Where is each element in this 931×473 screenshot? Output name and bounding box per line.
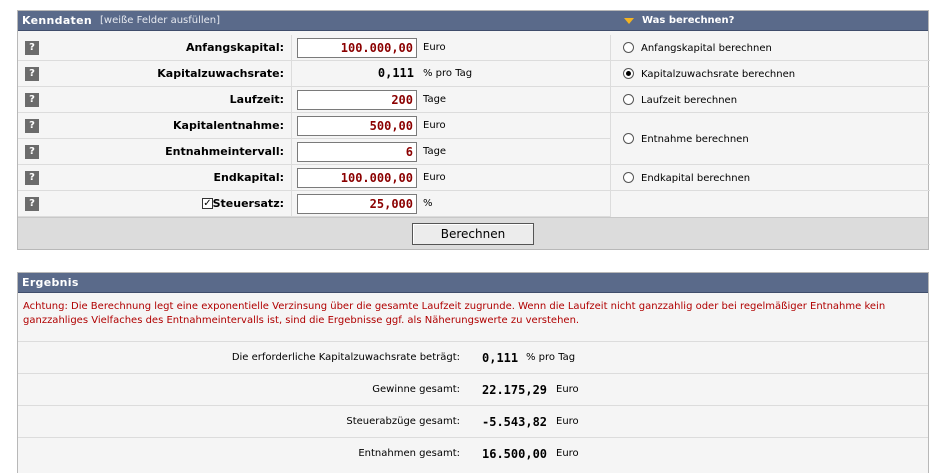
option-label: Laufzeit berechnen — [641, 95, 738, 106]
radio-button-selected[interactable] — [623, 68, 634, 79]
unit-label: Euro — [423, 172, 446, 183]
result-value: 16.500,00 — [482, 447, 548, 461]
result-row: Entnahmen gesamt: 16.500,00 Euro — [18, 437, 928, 469]
field-label: Anfangskapital: — [185, 41, 284, 54]
help-icon[interactable]: ? — [25, 197, 39, 211]
column-divider — [291, 139, 292, 164]
button-bar: Berechnen — [18, 217, 928, 249]
endkapital-input[interactable]: 100.000,00 — [297, 168, 417, 188]
unit-label: Euro — [423, 120, 446, 131]
calc-target-title: Was berechnen? — [642, 15, 735, 26]
row-laufzeit: ? Laufzeit: 200 Tage — [18, 87, 610, 113]
kenndaten-title: Kenndaten — [22, 14, 92, 27]
option-anfangskapital[interactable]: Anfangskapital berechnen — [611, 35, 930, 61]
row-kapitalzuwachsrate: ? Kapitalzuwachsrate: 0,111 % pro Tag — [18, 61, 610, 87]
result-row: Die erforderliche Kapitalzuwachsrate bet… — [18, 341, 928, 373]
radio-button[interactable] — [623, 133, 634, 144]
result-value: -5.543,82 — [482, 415, 548, 429]
help-icon[interactable]: ? — [25, 119, 39, 133]
field-label: Entnahmeintervall: — [165, 145, 284, 158]
help-icon[interactable]: ? — [25, 171, 39, 185]
column-divider — [291, 35, 292, 60]
field-label: Laufzeit: — [229, 93, 284, 106]
warning-text: Achtung: Die Berechnung legt eine expone… — [23, 301, 886, 326]
column-divider — [291, 87, 292, 112]
column-divider — [291, 113, 292, 138]
radio-button[interactable] — [623, 94, 634, 105]
row-steuersatz: ? ✓ Steuersatz: 25,000 % — [18, 191, 610, 217]
anfangskapital-input[interactable]: 100.000,00 — [297, 38, 417, 58]
kapitalentnahme-input[interactable]: 500,00 — [297, 116, 417, 136]
entnahmeintervall-input[interactable]: 6 — [297, 142, 417, 162]
berechnen-button[interactable]: Berechnen — [412, 223, 534, 245]
row-kapitalentnahme: ? Kapitalentnahme: 500,00 Euro — [18, 113, 610, 139]
result-unit: Euro — [556, 416, 579, 427]
option-entnahme[interactable]: Entnahme berechnen — [611, 113, 930, 165]
result-unit: Euro — [556, 448, 579, 459]
option-label: Entnahme berechnen — [641, 134, 749, 145]
result-row: Steuerabzüge gesamt: -5.543,82 Euro — [18, 405, 928, 437]
row-anfangskapital: ? Anfangskapital: 100.000,00 Euro — [18, 35, 610, 61]
option-label: Anfangskapital berechnen — [641, 43, 772, 54]
ergebnis-panel: Ergebnis Achtung: Die Berechnung legt ei… — [17, 272, 929, 473]
result-label: Die erforderliche Kapitalzuwachsrate bet… — [231, 352, 460, 363]
result-label: Steuerabzüge gesamt: — [346, 416, 460, 427]
radio-button[interactable] — [623, 42, 634, 53]
calc-options: Anfangskapital berechnen Kapitalzuwachsr… — [610, 35, 930, 217]
unit-label: Euro — [423, 42, 446, 53]
help-icon[interactable]: ? — [25, 67, 39, 81]
help-icon[interactable]: ? — [25, 93, 39, 107]
column-divider — [291, 61, 292, 86]
kapitalzuwachsrate-value: 0,111 — [377, 66, 414, 80]
result-value: 0,111 — [482, 351, 519, 365]
unit-label: % — [423, 198, 433, 209]
kenndaten-hint: [weiße Felder ausfüllen] — [100, 15, 221, 26]
option-kapitalzuwachsrate[interactable]: Kapitalzuwachsrate berechnen — [611, 61, 930, 87]
column-divider — [291, 191, 292, 216]
kenndaten-header: Kenndaten [weiße Felder ausfüllen] Was b… — [18, 11, 928, 31]
laufzeit-input[interactable]: 200 — [297, 90, 417, 110]
result-label: Gewinne gesamt: — [372, 384, 460, 395]
field-label: Kapitalzuwachsrate: — [157, 67, 284, 80]
result-row: Gewinne gesamt: 22.175,29 Euro — [18, 373, 928, 405]
unit-label: % pro Tag — [423, 68, 473, 79]
help-icon[interactable]: ? — [25, 41, 39, 55]
result-value: 22.175,29 — [482, 383, 548, 397]
option-endkapital[interactable]: Endkapital berechnen — [611, 165, 930, 191]
row-endkapital: ? Endkapital: 100.000,00 Euro — [18, 165, 610, 191]
help-icon[interactable]: ? — [25, 145, 39, 159]
result-label: Entnahmen gesamt: — [358, 448, 460, 459]
unit-label: Tage — [423, 94, 447, 105]
result-unit: % pro Tag — [526, 352, 576, 363]
option-label: Endkapital berechnen — [641, 173, 751, 184]
field-label: Endkapital: — [213, 171, 284, 184]
ergebnis-header: Ergebnis — [18, 273, 928, 293]
steuersatz-input[interactable]: 25,000 — [297, 194, 417, 214]
field-label: Kapitalentnahme: — [173, 119, 284, 132]
triangle-down-icon — [624, 18, 634, 24]
steuersatz-checkbox[interactable]: ✓ — [202, 198, 213, 209]
option-label: Kapitalzuwachsrate berechnen — [641, 69, 796, 80]
option-laufzeit[interactable]: Laufzeit berechnen — [611, 87, 930, 113]
ergebnis-title: Ergebnis — [22, 276, 79, 289]
radio-button[interactable] — [623, 172, 634, 183]
row-entnahmeintervall: ? Entnahmeintervall: 6 Tage — [18, 139, 610, 165]
field-label: Steuersatz: — [212, 197, 284, 210]
kenndaten-panel: Kenndaten [weiße Felder ausfüllen] Was b… — [17, 10, 930, 250]
result-unit: Euro — [556, 384, 579, 395]
unit-label: Tage — [423, 146, 447, 157]
column-divider — [291, 165, 292, 190]
